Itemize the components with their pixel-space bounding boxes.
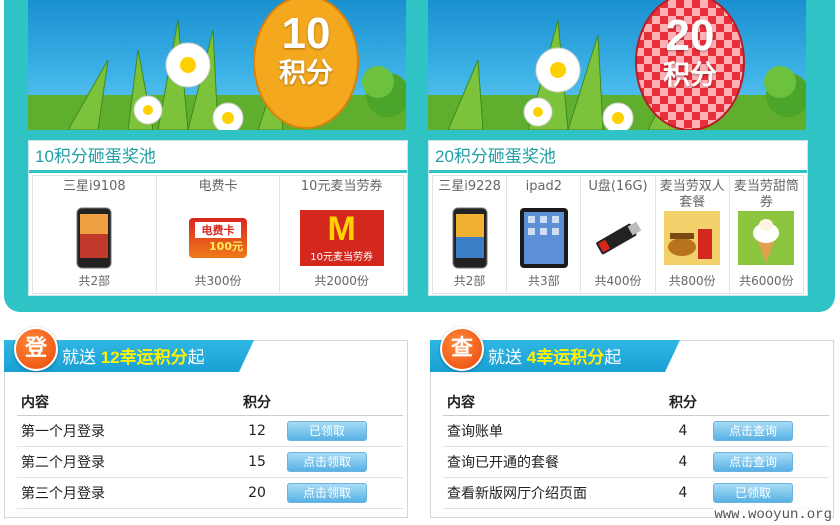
meal-icon [664, 211, 721, 265]
header-points: 积分 [653, 389, 713, 416]
login-reward-section: 就送 12幸运积分起 登 内容 积分 第一个月登录 12 已领取 第二个月登录 … [4, 327, 408, 518]
egg-label: 20 积分 [630, 14, 750, 89]
prize-count: 共2部 [453, 274, 486, 288]
table-row: 查询已开通的套餐 4 点击查询 [443, 446, 829, 478]
egg-points-number: 10 [281, 9, 331, 58]
header-action [713, 389, 829, 416]
pool-title: 10积分砸蛋奖池 [29, 141, 407, 173]
claimed-button[interactable]: 已领取 [287, 420, 367, 441]
mcdonalds-voucher-icon: M 10元麦当劳券 [299, 210, 384, 266]
prize-count: 共6000份 [739, 274, 794, 288]
prize-item: 麦当劳双人套餐 共800份 [656, 176, 730, 293]
prize-item: U盘(16G) 共400份 [581, 176, 656, 293]
prize-count: 共3部 [527, 274, 560, 288]
prize-count: 共800份 [668, 274, 716, 288]
task-name: 第一个月登录 [17, 415, 227, 447]
usb-drive-icon [596, 221, 642, 255]
egg-points-number: 20 [665, 11, 715, 60]
prize-item: 三星i9228 共2部 [433, 176, 508, 293]
table-row: 查看新版网厅介绍页面 4 已领取 [443, 477, 829, 509]
task-name: 查询已开通的套餐 [443, 446, 653, 478]
task-points: 20 [227, 477, 287, 509]
task-points: 4 [653, 446, 713, 478]
section-title: 就送 4幸运积分起 [488, 343, 621, 368]
table-header-row: 内容 积分 [17, 389, 403, 416]
icecream-icon [738, 211, 795, 265]
egg-points-unit: 积分 [663, 60, 717, 90]
prize-count: 共2000份 [314, 274, 369, 288]
title-suffix: 起 [604, 348, 622, 367]
prize-list: 三星i9108 共2部 电费卡 电费卡 100元 共300份 10元麦当劳券 M… [32, 175, 404, 294]
egg-banner-10[interactable]: 10 积分 [28, 0, 406, 130]
claimed-button[interactable]: 已领取 [713, 482, 793, 503]
table-row: 第二个月登录 15 点击领取 [17, 446, 403, 478]
query-button[interactable]: 点击查询 [713, 451, 793, 472]
prize-item: 10元麦当劳券 M 10元麦当劳券 共2000份 [280, 176, 403, 293]
phone-icon [452, 207, 488, 269]
prize-item: ipad2 共3部 [507, 176, 582, 293]
card-text: 10元麦当劳券 [310, 252, 374, 263]
query-task-table: 内容 积分 查询账单 4 点击查询 查询已开通的套餐 4 点击查询 查看新版网厅… [443, 389, 829, 509]
header-content: 内容 [443, 389, 653, 416]
prize-count: 共2部 [78, 274, 111, 288]
login-task-table: 内容 积分 第一个月登录 12 已领取 第二个月登录 15 点击领取 第三个月登… [17, 389, 403, 509]
prize-pool-10: 10积分砸蛋奖池 三星i9108 共2部 电费卡 电费卡 100元 共300份 [28, 140, 408, 296]
prize-count: 共400份 [594, 274, 642, 288]
m-logo-icon: M [327, 210, 356, 248]
prize-count: 共300份 [194, 274, 242, 288]
card-text: 电费卡 [195, 222, 241, 238]
electricity-card-icon: 电费卡 100元 [189, 218, 247, 258]
prize-item: 麦当劳甜筒券 共6000份 [730, 176, 803, 293]
task-points: 12 [227, 415, 287, 447]
header-points: 积分 [227, 389, 287, 416]
card-value: 100元 [209, 240, 243, 253]
task-name: 第三个月登录 [17, 477, 227, 509]
prize-list: 三星i9228 共2部 ipad2 共3部 U盘(16G) 共400份 麦当劳双… [432, 175, 804, 294]
prize-item: 电费卡 电费卡 100元 共300份 [157, 176, 281, 293]
egg-points-unit: 积分 [279, 58, 333, 88]
header-action [287, 389, 403, 416]
pool-title: 20积分砸蛋奖池 [429, 141, 807, 173]
section-title: 就送 12幸运积分起 [62, 343, 205, 368]
title-highlight: 12幸运积分 [100, 348, 188, 367]
header-content: 内容 [17, 389, 227, 416]
egg-label: 10 积分 [246, 12, 366, 87]
login-badge: 登 [14, 327, 58, 371]
table-header-row: 内容 积分 [443, 389, 829, 416]
task-name: 查询账单 [443, 415, 653, 447]
egg-banner-20[interactable]: 20 积分 [428, 0, 806, 130]
prize-item: 三星i9108 共2部 [33, 176, 157, 293]
task-points: 4 [653, 477, 713, 509]
task-name: 第二个月登录 [17, 446, 227, 478]
task-points: 15 [227, 446, 287, 478]
query-reward-section: 就送 4幸运积分起 查 内容 积分 查询账单 4 点击查询 查询已开通的套餐 4… [430, 327, 834, 518]
table-row: 第一个月登录 12 已领取 [17, 415, 403, 447]
title-highlight: 4幸运积分 [526, 348, 605, 367]
prize-pool-20: 20积分砸蛋奖池 三星i9228 共2部 ipad2 共3部 U盘(16G) 共… [428, 140, 808, 296]
phone-icon [76, 207, 112, 269]
title-suffix: 起 [187, 348, 205, 367]
task-points: 4 [653, 415, 713, 447]
table-row: 第三个月登录 20 点击领取 [17, 477, 403, 509]
query-badge: 查 [440, 327, 484, 371]
tablet-icon [519, 208, 568, 268]
query-button[interactable]: 点击查询 [713, 420, 793, 441]
claim-button[interactable]: 点击领取 [287, 451, 367, 472]
task-name: 查看新版网厅介绍页面 [443, 477, 653, 509]
claim-button[interactable]: 点击领取 [287, 482, 367, 503]
title-prefix: 就送 [488, 348, 522, 367]
watermark: www.wooyun.org [714, 507, 832, 523]
table-row: 查询账单 4 点击查询 [443, 415, 829, 447]
title-prefix: 就送 [62, 348, 96, 367]
